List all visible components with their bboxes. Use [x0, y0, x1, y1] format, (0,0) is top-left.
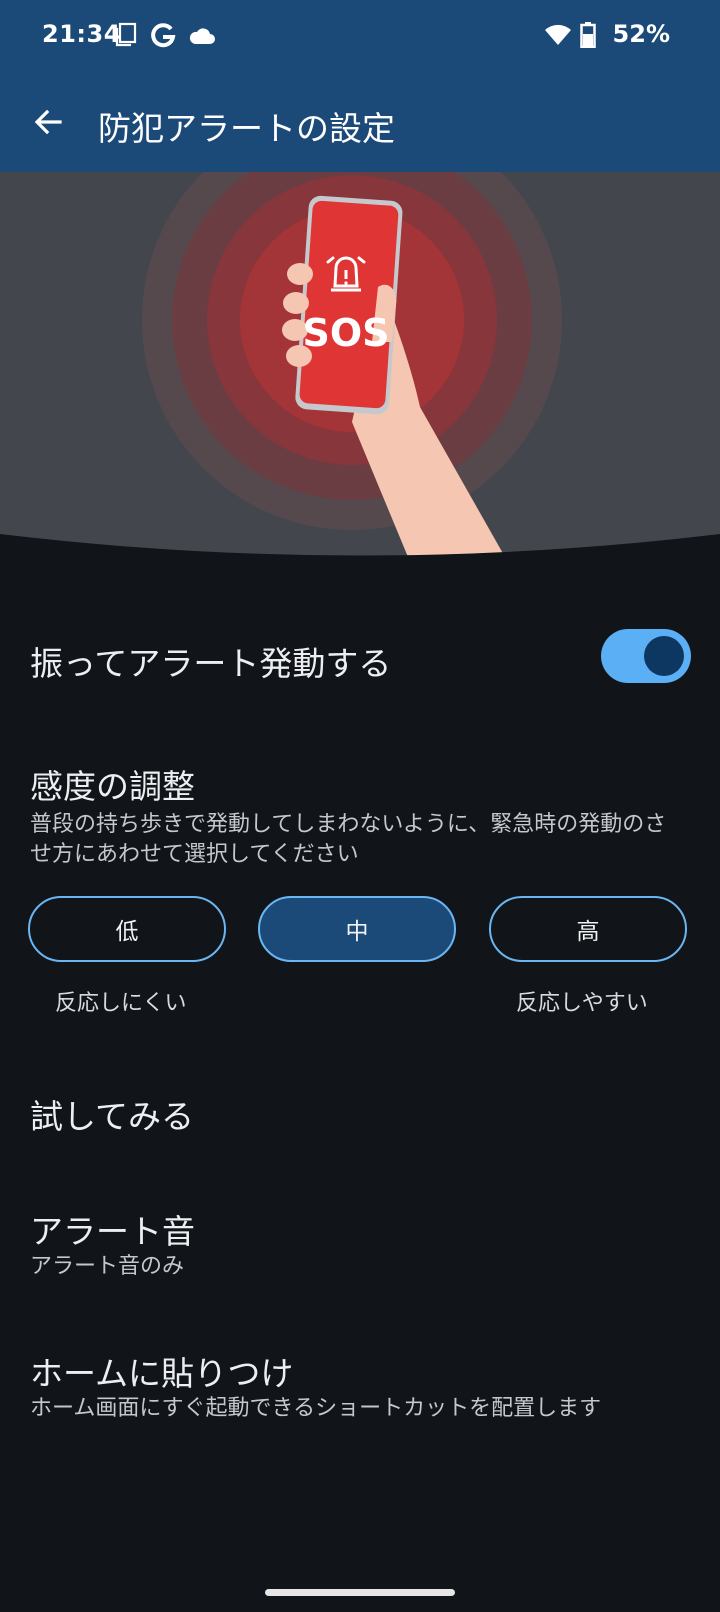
back-button[interactable]	[20, 94, 76, 150]
wifi-icon	[544, 23, 571, 49]
alert-sound-title: アラート音	[30, 1212, 195, 1251]
shake-alert-toggle[interactable]	[601, 629, 691, 683]
sensitivity-low-caption: 反応しにくい	[55, 991, 187, 1016]
hero-illustration: SOS	[0, 172, 720, 557]
home-shortcut-title: ホームに貼りつけ	[30, 1354, 294, 1393]
sensitivity-high-button[interactable]: 高	[489, 896, 687, 962]
cloud-icon	[188, 26, 215, 52]
sos-label: SOS	[302, 311, 389, 355]
try-it-title: 試してみる	[30, 1097, 195, 1136]
battery-percent: 52%	[612, 20, 670, 48]
app-bar: 防犯アラートの設定	[0, 72, 720, 172]
sensitivity-medium-button[interactable]: 中	[258, 896, 456, 962]
home-shortcut-description: ホーム画面にすぐ起動できるショートカットを配置します	[30, 1396, 602, 1421]
status-bar: 21:34 52%	[0, 0, 720, 72]
battery-icon	[580, 22, 606, 49]
alert-sound-value: アラート音のみ	[30, 1254, 185, 1279]
shake-alert-title: 振ってアラート発動する	[30, 644, 392, 683]
sensitivity-high-caption: 反応しやすい	[516, 991, 648, 1016]
google-g-icon	[150, 22, 176, 48]
toggle-knob	[644, 636, 684, 676]
sensitivity-description: 普段の持ち歩きで発動してしまわないように、緊急時の発動のさせ方にあわせて選択して…	[30, 812, 667, 867]
page-title: 防犯アラートの設定	[98, 109, 395, 148]
screenshot-icon	[114, 22, 140, 48]
home-indicator[interactable]	[265, 1589, 455, 1596]
status-time: 21:34	[42, 20, 121, 48]
arrow-back-icon	[34, 109, 62, 135]
sensitivity-title: 感度の調整	[30, 767, 195, 806]
sensitivity-low-button[interactable]: 低	[28, 896, 226, 962]
